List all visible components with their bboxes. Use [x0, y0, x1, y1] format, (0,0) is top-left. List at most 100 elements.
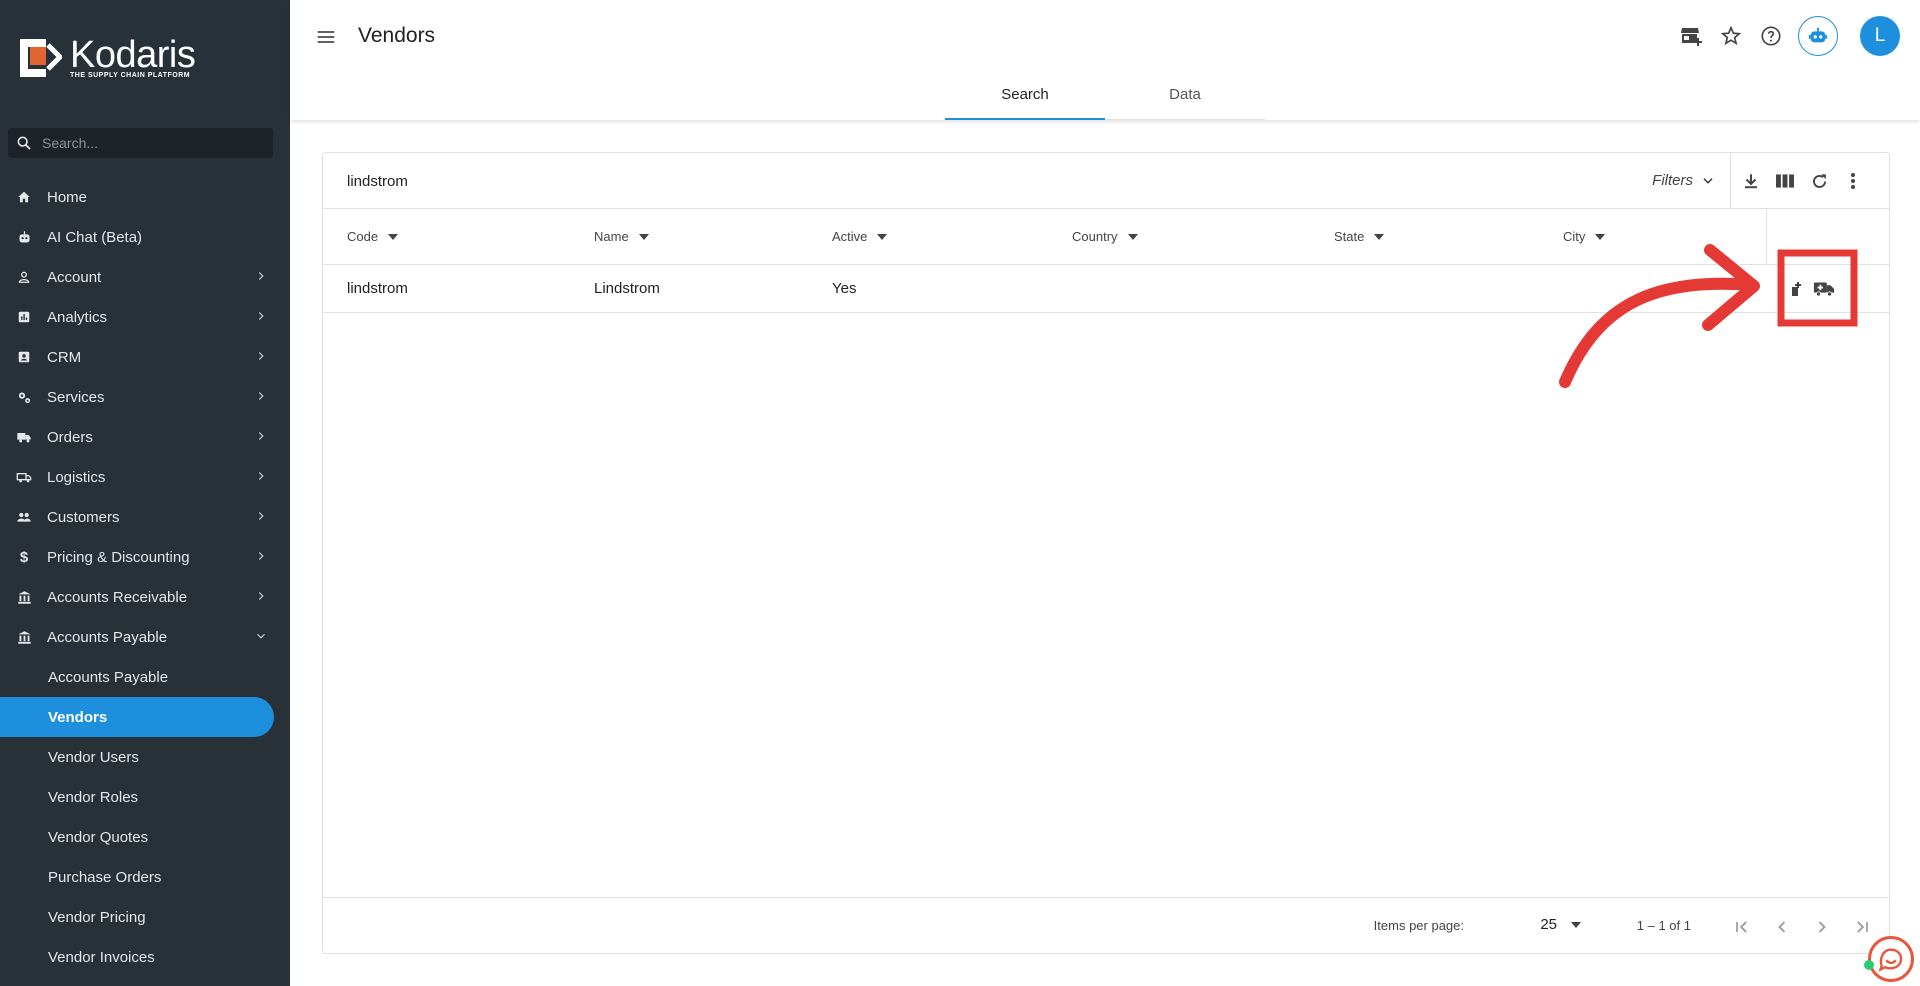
column-header-state[interactable]: State [1334, 229, 1385, 244]
chevron-right-icon [258, 352, 264, 360]
sidebar-item-accounts-receivable[interactable]: Accounts Receivable [0, 577, 290, 617]
columns-icon[interactable] [1775, 171, 1795, 191]
search-icon [17, 136, 31, 150]
sidebar-nav: Home AI Chat (Beta) Account Analytics CR… [0, 177, 290, 977]
chevron-right-icon [258, 272, 264, 280]
sort-down-icon [877, 233, 888, 240]
help-icon[interactable] [1758, 23, 1784, 49]
column-label: Country [1072, 229, 1118, 244]
logo-name: Kodaris [70, 34, 196, 76]
avatar[interactable]: L [1860, 16, 1900, 56]
hamburger-menu-icon[interactable] [316, 27, 336, 47]
column-header-city[interactable]: City [1563, 229, 1606, 244]
sidebar-item-accounts-payable[interactable]: Accounts Payable [0, 617, 290, 657]
sort-down-icon [1374, 233, 1385, 240]
items-per-page-select[interactable]: 25 [1540, 916, 1581, 933]
cell-code: lindstrom [347, 280, 408, 297]
online-status-dot [1864, 960, 1874, 970]
logo[interactable]: Kodaris THE SUPPLY CHAIN PLATFORM [18, 34, 196, 79]
sidebar-item-account[interactable]: Account [0, 257, 290, 297]
contact-card-icon [16, 349, 32, 365]
add-truck-icon[interactable] [1813, 277, 1835, 299]
bank-icon [16, 629, 32, 645]
sidebar-item-orders[interactable]: Orders [0, 417, 290, 457]
sidebar-item-home[interactable]: Home [0, 177, 290, 217]
first-page-icon[interactable] [1729, 914, 1755, 940]
sidebar-search-input[interactable] [42, 135, 242, 151]
tab-search[interactable]: Search [945, 78, 1105, 120]
column-label: Active [832, 229, 868, 244]
column-header-country[interactable]: Country [1072, 229, 1138, 244]
add-store-icon[interactable] [1678, 23, 1704, 49]
sidebar-item-customers[interactable]: Customers [0, 497, 290, 537]
sidebar-item-label: AI Chat (Beta) [47, 228, 143, 246]
sidebar-subitem-accounts-payable[interactable]: Accounts Payable [0, 657, 290, 697]
cell-name: Lindstrom [594, 280, 660, 297]
person-icon [16, 269, 32, 285]
row-actions [1785, 277, 1835, 299]
cell-active: Yes [832, 280, 857, 297]
more-vert-icon[interactable] [1843, 171, 1863, 191]
column-header-name[interactable]: Name [594, 229, 649, 244]
sidebar-item-label: Services [47, 388, 105, 406]
filters-dropdown[interactable]: Filters [1652, 172, 1715, 189]
column-header-code[interactable]: Code [347, 229, 399, 244]
sidebar-item-label: Pricing & Discounting [47, 548, 190, 566]
sidebar-subitem-vendors[interactable]: Vendors [0, 697, 274, 737]
sidebar-item-ai-chat[interactable]: AI Chat (Beta) [0, 217, 290, 257]
sidebar-subitem-vendor-quotes[interactable]: Vendor Quotes [0, 817, 290, 857]
pager-buttons [1729, 914, 1875, 940]
sidebar-subitem-vendor-invoices[interactable]: Vendor Invoices [0, 937, 290, 977]
previous-page-icon[interactable] [1769, 914, 1795, 940]
caret-down-icon [1571, 921, 1581, 928]
last-page-icon[interactable] [1849, 914, 1875, 940]
search-input[interactable]: lindstrom [347, 173, 408, 190]
sidebar-subitem-vendor-pricing[interactable]: Vendor Pricing [0, 897, 290, 937]
tab-data[interactable]: Data [1105, 78, 1265, 120]
sidebar-item-analytics[interactable]: Analytics [0, 297, 290, 337]
filters-label: Filters [1652, 172, 1693, 189]
sort-down-icon [1595, 233, 1606, 240]
dollar-icon: $ [19, 548, 29, 566]
sidebar-item-label: Accounts Receivable [47, 588, 188, 606]
sidebar-subitem-vendor-users[interactable]: Vendor Users [0, 737, 290, 777]
sidebar-item-pricing[interactable]: $ Pricing & Discounting [0, 537, 290, 577]
sort-down-icon [638, 233, 649, 240]
sidebar-item-services[interactable]: Services [0, 377, 290, 417]
column-label: Code [347, 229, 379, 244]
sidebar-item-label: Account [47, 268, 102, 286]
sidebar-subitem-vendor-roles[interactable]: Vendor Roles [0, 777, 290, 817]
chevron-down-icon [257, 633, 265, 639]
chevron-right-icon [258, 552, 264, 560]
add-user-icon[interactable] [1785, 277, 1807, 299]
bank-icon [16, 589, 32, 605]
sidebar-item-label: Accounts Payable [47, 628, 168, 646]
people-icon [16, 509, 32, 525]
support-chat-button[interactable] [1868, 936, 1914, 982]
table-header: Code Name Active Country State City [323, 209, 1889, 265]
home-icon [16, 189, 32, 205]
column-header-active[interactable]: Active [832, 229, 888, 244]
chat-icon [1878, 948, 1903, 972]
page-title: Vendors [358, 24, 436, 47]
sort-down-icon [1127, 233, 1138, 240]
sidebar-item-logistics[interactable]: Logistics [0, 457, 290, 497]
refresh-icon[interactable] [1809, 171, 1829, 191]
star-icon[interactable] [1718, 23, 1744, 49]
ai-assistant-button[interactable] [1798, 16, 1838, 56]
sidebar-item-crm[interactable]: CRM [0, 337, 290, 377]
tab-bar: Search Data [945, 78, 1265, 120]
kodaris-logo-icon [18, 37, 64, 79]
download-icon[interactable] [1741, 171, 1761, 191]
sidebar-item-label: Customers [47, 508, 120, 526]
chevron-right-icon [258, 512, 264, 520]
column-label: State [1334, 229, 1365, 244]
robot-icon [1808, 27, 1828, 43]
sidebar-search [8, 128, 273, 158]
sidebar-subitem-purchase-orders[interactable]: Purchase Orders [0, 857, 290, 897]
top-actions: L [1678, 16, 1900, 56]
delivery-icon [16, 469, 32, 485]
table-row[interactable]: lindstrom Lindstrom Yes [323, 265, 1889, 313]
truck-icon [16, 429, 32, 445]
next-page-icon[interactable] [1809, 914, 1835, 940]
